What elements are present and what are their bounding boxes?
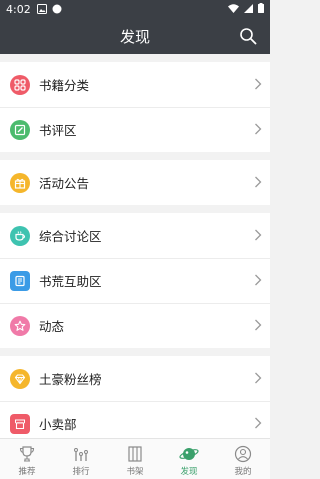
grid-icon [10,74,30,95]
battery-icon [258,2,264,16]
book-help-icon [10,270,30,291]
signal-icon [244,3,253,16]
tab-label: 我的 [234,467,252,477]
chevron-right-icon [255,372,262,384]
circle-notification-icon [52,4,62,14]
planet-icon [179,445,199,463]
star-icon [10,315,30,336]
menu-item-feed[interactable]: 动态 [0,303,270,348]
chevron-right-icon [255,176,262,188]
menu-item-general-discussion[interactable]: 综合讨论区 [0,213,270,258]
search-icon[interactable] [238,26,258,46]
menu-item-label: 土豪粉丝榜 [39,372,102,387]
shop-icon [10,413,30,434]
tab-label: 排行 [72,467,90,477]
chevron-right-icon [255,229,262,241]
wifi-icon [228,3,239,16]
menu-item-announcements[interactable]: 活动公告 [0,160,270,205]
menu-item-label: 书籍分类 [39,78,90,93]
profile-icon [233,445,253,463]
ranking-icon [71,445,91,463]
menu-item-label: 书荒互助区 [39,274,102,289]
menu-item-book-help[interactable]: 书荒互助区 [0,258,270,303]
gift-icon [10,172,30,193]
tab-ranking[interactable]: 排行 [54,439,108,479]
image-notification-icon [36,4,47,14]
tab-discover[interactable]: 发现 [162,439,216,479]
menu-item-label: 小卖部 [39,417,77,432]
status-right [228,2,264,16]
tab-recommend[interactable]: 推荐 [0,439,54,479]
menu-item-label: 活动公告 [39,176,90,191]
menu-item-label: 动态 [39,319,65,334]
discover-menu: 书籍分类 书评区 活动公告 综合讨论区 书荒互助区 动态 土豪粉丝榜 小卖部 [0,54,270,446]
chevron-right-icon [255,319,262,331]
chevron-right-icon [255,78,262,90]
menu-group-1: 书籍分类 书评区 [0,62,270,152]
page-title: 发现 [119,27,150,46]
status-time: 4:02 [6,2,31,16]
chevron-right-icon [255,274,262,286]
trophy-icon [17,445,37,463]
menu-group-4: 土豪粉丝榜 小卖部 [0,356,270,446]
menu-group-3: 综合讨论区 书荒互助区 动态 [0,213,270,348]
diamond-icon [10,368,30,389]
tab-label: 发现 [180,467,198,477]
tab-label: 书架 [126,467,144,477]
edit-icon [10,119,30,140]
chevron-right-icon [255,123,262,135]
menu-item-fan-ranking[interactable]: 土豪粉丝榜 [0,356,270,401]
menu-item-book-categories[interactable]: 书籍分类 [0,62,270,107]
bottom-tab-bar: 推荐 排行 书架 发现 我的 [0,438,270,479]
menu-group-2: 活动公告 [0,160,270,205]
menu-item-book-reviews[interactable]: 书评区 [0,107,270,152]
app-bar: 发现 [0,18,270,54]
tab-bookshelf[interactable]: 书架 [108,439,162,479]
bookshelf-icon [125,445,145,463]
tab-profile[interactable]: 我的 [216,439,270,479]
menu-item-label: 综合讨论区 [39,229,102,244]
status-bar: 4:02 [0,0,270,18]
cup-icon [10,225,30,246]
tab-label: 推荐 [18,467,36,477]
chevron-right-icon [255,417,262,429]
menu-item-label: 书评区 [39,123,77,138]
